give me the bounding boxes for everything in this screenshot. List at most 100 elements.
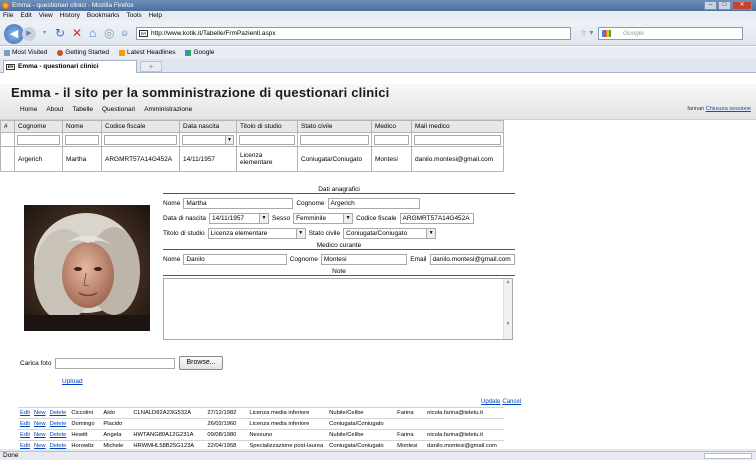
menu-help[interactable]: Help [149, 11, 162, 21]
column-header[interactable]: Stato civile [297, 120, 372, 133]
delete-link[interactable]: Delete [47, 418, 69, 430]
menu-view[interactable]: View [39, 11, 53, 21]
column-header[interactable]: Nome [62, 120, 102, 133]
label-nome: Nome [163, 200, 181, 207]
medico-nome-field[interactable]: Danilo [183, 254, 287, 265]
user-icon[interactable]: ☺ [120, 26, 129, 41]
firefox-logo-icon [2, 2, 9, 9]
chevron-down-icon[interactable]: ▼ [259, 214, 268, 223]
column-header[interactable]: Medico [371, 120, 412, 133]
stop-icon[interactable]: ✕ [72, 26, 82, 41]
filter-medico-input[interactable] [374, 134, 409, 145]
star-icon[interactable]: ☆ ▾ [580, 28, 593, 37]
stato-civile-select[interactable]: Coniugata/Coniugato ▼ [343, 228, 437, 239]
filter-cell [411, 132, 504, 147]
edit-link[interactable]: Edit [18, 429, 32, 441]
forward-arrow-icon[interactable]: ▶ [22, 27, 36, 41]
titolo-studio-select[interactable]: Licenza elementare ▼ [207, 228, 306, 239]
edit-link[interactable]: Edit [18, 418, 32, 430]
back-arrow-icon[interactable]: ◀ [4, 24, 24, 44]
close-icon[interactable]: ✕ [732, 1, 752, 10]
sesso-select[interactable]: Femminile ▼ [293, 213, 354, 224]
home-icon[interactable]: ⌂ [89, 26, 96, 41]
menu-tools[interactable]: Tools [126, 11, 141, 21]
new-tab-icon[interactable]: + [140, 61, 162, 72]
medico-cognome-field[interactable]: Montesi [320, 254, 408, 265]
filter-data-input[interactable]: ▼ [182, 134, 234, 145]
menu-history[interactable]: History [60, 11, 80, 21]
scrollbar[interactable]: ▲ ▼ [503, 279, 512, 339]
chevron-down-icon[interactable]: ▼ [343, 214, 353, 223]
filter-nome-input[interactable] [65, 134, 99, 145]
site-favicon-icon: ER [139, 30, 148, 37]
medico-email-field[interactable]: danilo.montesi@gmail.com [429, 254, 515, 265]
menu-bookmarks[interactable]: Bookmarks [87, 11, 120, 21]
cancel-link[interactable]: Cancel [502, 399, 521, 405]
delete-link[interactable]: Delete [47, 429, 69, 441]
url-bar[interactable]: ER http://www.kotik.it/Tabelle/FrmPazien… [136, 27, 571, 40]
bookmark-latest-headlines[interactable]: Latest Headlines [119, 47, 175, 59]
nav-questionari[interactable]: Questionari [102, 106, 135, 113]
filter-codice-input[interactable] [104, 134, 177, 145]
delete-link[interactable]: Delete [47, 407, 69, 419]
edit-link[interactable]: Edit [18, 407, 32, 419]
data-nascita-field[interactable]: 14/11/1957 ▼ [209, 213, 269, 224]
nome-field[interactable]: Martha [183, 198, 294, 209]
column-header[interactable]: Data nascita [179, 120, 237, 133]
filter-cognome-input[interactable] [17, 134, 60, 145]
nav-about[interactable]: About [46, 106, 63, 113]
cell-cognome: Hewitt [68, 429, 101, 441]
column-header[interactable]: Titolo di studio [236, 120, 298, 133]
bookmark-label: Getting Started [65, 49, 110, 56]
tab-emma[interactable]: ER Emma - questionari clinici [3, 60, 137, 73]
nav-home[interactable]: Home [20, 106, 37, 113]
cell-nome: Angela [100, 429, 131, 441]
label-cognome: Cognome [296, 200, 325, 207]
reload-icon[interactable]: ↻ [55, 26, 65, 41]
cell-titolo-studio: Licenza media inferiore [246, 407, 327, 419]
bookmark-google[interactable]: Google [185, 47, 214, 59]
update-link[interactable]: Update [481, 399, 500, 405]
table-row[interactable]: Edit New Delete Domingo Placido 26/02/1960 Lic… [18, 418, 505, 430]
table-row[interactable]: Edit New Delete Ciccolini Aldo CLNALD82A23G53… [18, 407, 505, 419]
maximize-icon[interactable]: □ [718, 1, 731, 10]
cell-data-nascita: 09/08/1980 [204, 429, 247, 441]
search-engine-icon[interactable] [602, 30, 611, 37]
history-dropdown-icon[interactable]: ▾ [43, 26, 46, 41]
upload-link[interactable]: Upload [62, 378, 83, 385]
filter-titolo-input[interactable] [239, 134, 295, 145]
menu-file[interactable]: File [3, 11, 13, 21]
bookmark-most-visited[interactable]: Most Visited [4, 47, 47, 59]
navigation-toolbar: ◀ ▶ ▾ ↻ ✕ ⌂ ◎ ☺ ER http://www.kotik.it/T… [0, 21, 756, 46]
table-row[interactable]: Edit New Delete Hewitt Angela HWTANG80A12G231… [18, 429, 505, 441]
column-header[interactable]: Codice fiscale [101, 120, 180, 133]
cell-mail-medico [424, 418, 505, 430]
logout-link[interactable]: Chiusura sessione [706, 106, 751, 112]
form-actions: Update Cancel [481, 399, 521, 405]
nav-amministrazione[interactable]: Amministrazione [144, 106, 192, 113]
chevron-down-icon[interactable]: ▼ [225, 135, 233, 144]
new-link[interactable]: New [32, 407, 48, 419]
filter-mail-input[interactable] [414, 134, 501, 145]
minimize-icon[interactable]: – [704, 1, 717, 10]
filter-cell [297, 132, 372, 147]
bookmark-getting-started[interactable]: Getting Started [57, 47, 109, 59]
cognome-field[interactable]: Argerich [327, 198, 420, 209]
chevron-down-icon[interactable]: ▼ [295, 229, 305, 238]
chevron-down-icon[interactable]: ▼ [426, 229, 436, 238]
reader-icon[interactable]: ◎ [104, 26, 114, 41]
note-textarea[interactable]: ▲ ▼ [163, 278, 513, 340]
menu-edit[interactable]: Edit [20, 11, 31, 21]
column-header[interactable]: Mail medico [411, 120, 504, 133]
filter-stato-input[interactable] [300, 134, 369, 145]
codice-fiscale-field[interactable]: ARGMRT57A14G452A [399, 213, 474, 224]
nav-tabelle[interactable]: Tabelle [72, 106, 93, 113]
table-row[interactable]: Argerich Martha ARGMRT57A14G452A 14/11/1… [0, 146, 504, 172]
column-header[interactable]: Cognome [14, 120, 63, 133]
form-row: Titolo di studio Licenza elementare ▼ St… [163, 226, 515, 241]
new-link[interactable]: New [32, 429, 48, 441]
file-path-input[interactable] [55, 357, 176, 369]
search-input[interactable]: Google [598, 27, 743, 40]
browse-button[interactable]: Browse... [179, 356, 223, 370]
new-link[interactable]: New [32, 418, 48, 430]
